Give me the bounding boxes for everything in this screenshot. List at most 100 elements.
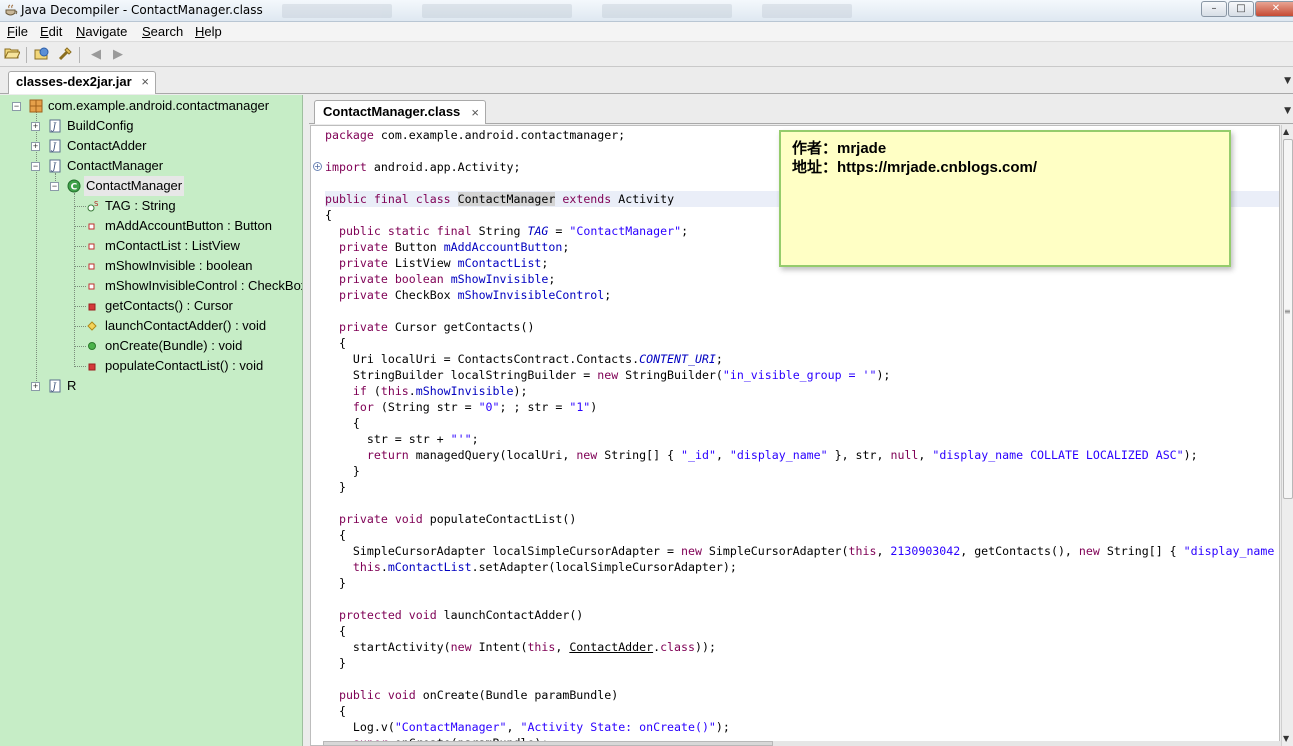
tree-connector — [74, 193, 75, 367]
note-url: 地址：https://mrjade.cnblogs.com/ — [792, 159, 1038, 176]
tree-member-tag[interactable]: S TAG : String — [86, 196, 302, 216]
scroll-grip-icon: ≡ — [1284, 307, 1291, 316]
close-tab-icon[interactable]: × — [141, 72, 149, 92]
tree-connector — [74, 326, 86, 327]
menu-edit[interactable]: Edit — [40, 24, 62, 39]
collapse-icon[interactable]: − — [31, 162, 40, 171]
close-tab-icon[interactable]: × — [471, 102, 479, 124]
toolbar-separator — [26, 47, 27, 63]
maximize-button[interactable]: □ — [1228, 1, 1254, 17]
private-method-icon — [88, 363, 96, 371]
tree-member-mshowinvisible[interactable]: mShowInvisible : boolean — [86, 256, 302, 276]
code-line: } — [325, 464, 360, 478]
tree-member-getcontacts[interactable]: getContacts() : Cursor — [86, 296, 302, 316]
tree-label: onCreate(Bundle) : void — [105, 338, 243, 353]
tree-label: ContactManager — [67, 158, 164, 173]
tree-label: R — [67, 378, 77, 393]
open-file-icon[interactable] — [2, 46, 22, 64]
code-line: { — [325, 528, 346, 542]
tree-connector — [74, 306, 86, 307]
private-field-icon — [88, 283, 95, 290]
code-line: public static final String TAG = "Contac… — [338, 224, 689, 238]
tab-contactmanager-class[interactable]: ContactManager.class × — [314, 100, 486, 124]
tree-package-row[interactable]: − com.example.android.contactmanager — [12, 96, 302, 116]
java-file-icon: J — [49, 379, 61, 393]
scroll-down-icon[interactable]: ▼ — [1283, 734, 1289, 743]
code-line: this.mContactList.setAdapter(localSimple… — [352, 560, 737, 574]
expand-icon[interactable]: + — [31, 142, 40, 151]
menu-search[interactable]: Search — [142, 24, 183, 39]
tree-label: ContactAdder — [67, 138, 147, 153]
class-icon: C — [67, 179, 81, 193]
code-line: private ListView mContactList; — [338, 256, 549, 270]
tree-connector — [74, 286, 86, 287]
expand-imports-icon[interactable]: + — [313, 162, 322, 171]
code-line: private boolean mShowInvisible; — [338, 272, 556, 286]
author-note-overlay: 作者：mrjade 地址：https://mrjade.cnblogs.com/ — [779, 130, 1231, 267]
tree-member-launchcontactadder[interactable]: launchContactAdder() : void — [86, 316, 302, 336]
private-field-icon — [88, 243, 95, 250]
code-line: SimpleCursorAdapter localSimpleCursorAda… — [325, 544, 1275, 558]
public-method-icon — [88, 342, 96, 350]
private-method-icon — [88, 303, 96, 311]
code-line: private Button mAddAccountButton; — [338, 240, 570, 254]
tree-connector — [74, 366, 86, 367]
code-line: protected void launchContactAdder() — [338, 608, 584, 622]
class-tree-panel[interactable]: − com.example.android.contactmanager + J… — [0, 95, 303, 746]
tab-label: classes-dex2jar.jar — [16, 74, 132, 89]
code-line: if (this.mShowInvisible); — [352, 384, 528, 398]
open-type-hierarchy-icon[interactable] — [55, 46, 75, 64]
tree-connector — [74, 346, 86, 347]
collapse-icon[interactable]: − — [50, 182, 59, 191]
tab-label: ContactManager.class — [323, 104, 461, 119]
collapse-icon[interactable]: − — [12, 102, 21, 111]
outer-tab-strip: classes-dex2jar.jar × ▼ — [0, 68, 1293, 94]
vertical-scrollbar[interactable]: ▲ ≡ ▼ — [1281, 125, 1293, 746]
open-type-icon[interactable] — [32, 46, 52, 64]
tree-item-r[interactable]: + J R — [31, 376, 301, 396]
tree-member-mshowinvisiblecontrol[interactable]: mShowInvisibleControl : CheckBox — [86, 276, 302, 296]
tree-member-oncreate[interactable]: onCreate(Bundle) : void — [86, 336, 302, 356]
close-window-button[interactable]: ✕ — [1255, 1, 1293, 17]
code-line: { — [325, 624, 346, 638]
tree-item-buildconfig[interactable]: + J BuildConfig — [31, 116, 301, 136]
forward-arrow-icon[interactable]: ▶ — [108, 46, 128, 64]
tree-member-mcontactlist[interactable]: mContactList : ListView — [86, 236, 302, 256]
menu-navigate[interactable]: Navigate — [76, 24, 127, 39]
expand-icon[interactable]: + — [31, 122, 40, 131]
tree-member-populatecontactlist[interactable]: populateContactList() : void — [86, 356, 302, 376]
vertical-scroll-thumb[interactable] — [1283, 139, 1293, 499]
tree-item-contactadder[interactable]: + J ContactAdder — [31, 136, 301, 156]
tree-label: mShowInvisibleControl : CheckBox — [105, 278, 303, 293]
code-line: Log.v("ContactManager", "Activity State:… — [325, 720, 730, 734]
tab-classes-dex2jar[interactable]: classes-dex2jar.jar × — [8, 71, 156, 94]
code-line: package com.example.android.contactmanag… — [325, 128, 626, 142]
editor-tab-list-dropdown-icon[interactable]: ▼ — [1284, 106, 1291, 116]
menu-help[interactable]: Help — [195, 24, 222, 39]
horizontal-scroll-thumb[interactable] — [323, 741, 773, 746]
scroll-up-icon[interactable]: ▲ — [1283, 127, 1289, 136]
back-arrow-icon[interactable]: ◀ — [86, 46, 106, 64]
tab-list-dropdown-icon[interactable]: ▼ — [1284, 76, 1291, 86]
code-line: { — [325, 208, 332, 222]
java-file-icon: J — [49, 119, 61, 133]
menu-file[interactable]: File — [7, 24, 28, 39]
tree-label: launchContactAdder() : void — [105, 318, 267, 333]
title-bar: Java Decompiler - ContactManager.class –… — [0, 0, 1293, 22]
horizontal-scrollbar[interactable] — [323, 741, 1281, 746]
menu-bar: File Edit Navigate Search Help — [0, 22, 1293, 42]
svg-text:S: S — [94, 200, 99, 208]
tree-connector — [74, 206, 86, 207]
tree-member-maddaccountbutton[interactable]: mAddAccountButton : Button — [86, 216, 302, 236]
java-decompiler-app-icon — [5, 4, 18, 16]
tree-item-contactmanager-file[interactable]: − J ContactManager — [31, 156, 301, 176]
tree-label: mContactList : ListView — [105, 238, 240, 253]
tree-item-contactmanager-class[interactable]: − C ContactManager — [50, 176, 302, 196]
package-icon — [29, 99, 43, 113]
minimize-button[interactable]: – — [1201, 1, 1227, 17]
static-field-icon: S — [87, 200, 99, 212]
tree-label: mAddAccountButton : Button — [105, 218, 272, 233]
private-field-icon — [88, 223, 95, 230]
code-line: import android.app.Activity; — [325, 160, 521, 174]
expand-icon[interactable]: + — [31, 382, 40, 391]
